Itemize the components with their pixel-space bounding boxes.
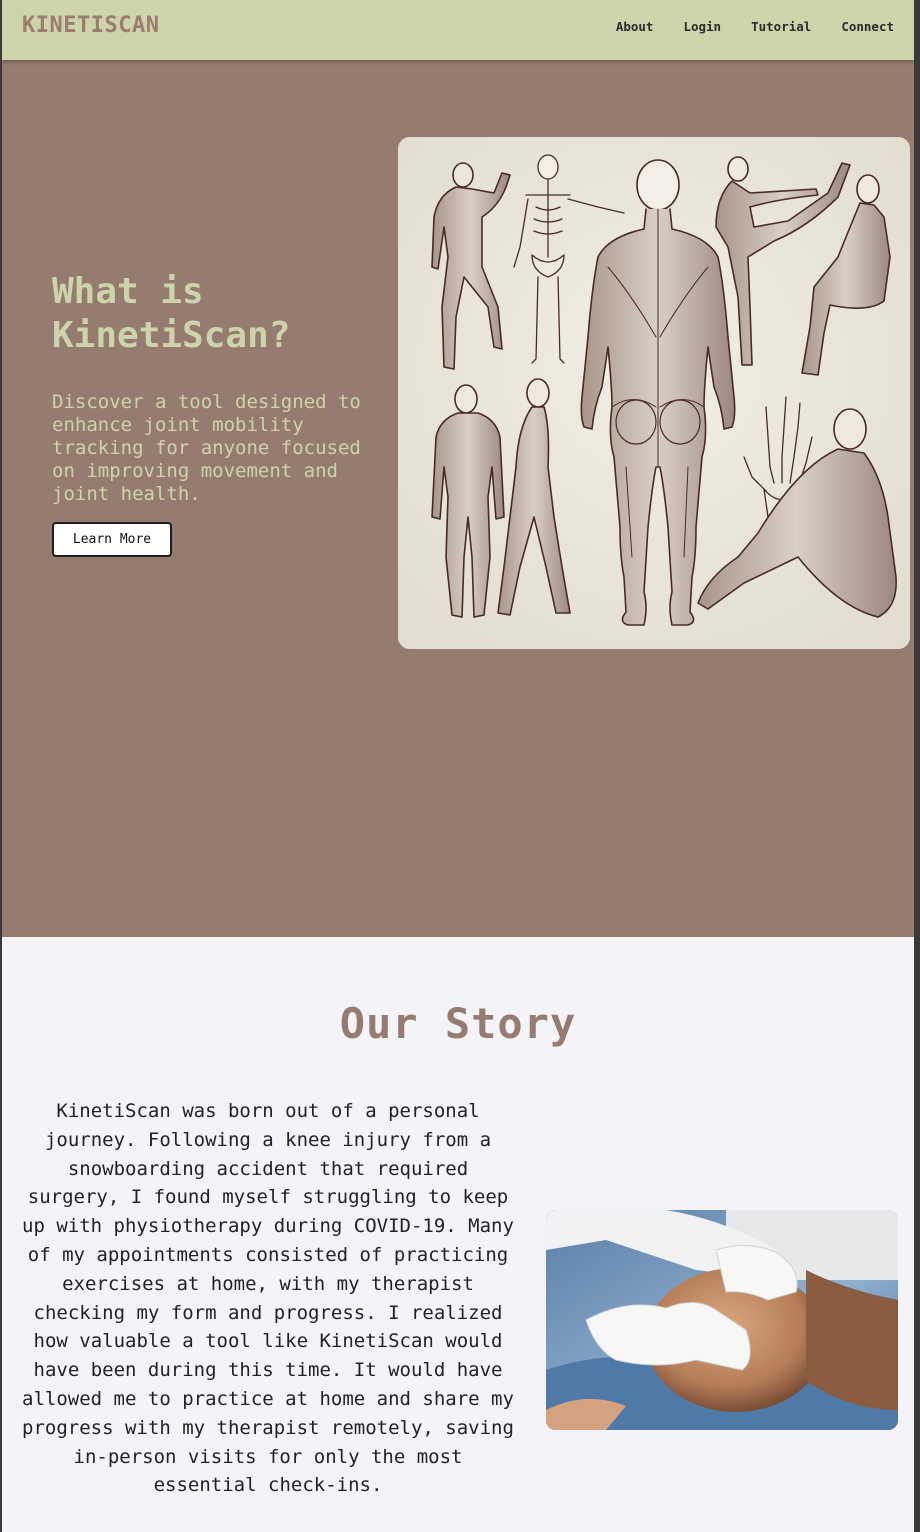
hero-description: Discover a tool designed to enhance join… (52, 391, 361, 505)
story-title: Our Story (339, 999, 577, 1048)
navbar: KINETISCAN About Login Tutorial Connect (2, 0, 914, 60)
hero-title: What is KinetiScan? (52, 271, 291, 356)
knee-exam-image (546, 1210, 898, 1430)
nav-link-connect[interactable]: Connect (841, 19, 894, 34)
story-section: Our Story KinetiScan was born out of a p… (2, 937, 914, 1532)
knee-examination-photo (546, 1210, 898, 1430)
anatomy-figures-drawing (398, 137, 910, 649)
learn-more-button[interactable]: Learn More (52, 522, 172, 557)
hero-section: What is KinetiScan? Discover a tool desi… (2, 60, 914, 937)
nav-link-login[interactable]: Login (683, 19, 721, 34)
nav-links: About Login Tutorial Connect (616, 19, 894, 34)
anatomy-illustration (398, 137, 910, 649)
nav-link-tutorial[interactable]: Tutorial (751, 19, 811, 34)
story-text: KinetiScan was born out of a personal jo… (22, 1100, 514, 1497)
brand-logo[interactable]: KINETISCAN (22, 13, 159, 38)
nav-link-about[interactable]: About (616, 19, 654, 34)
page: KINETISCAN About Login Tutorial Connect … (2, 0, 914, 1532)
